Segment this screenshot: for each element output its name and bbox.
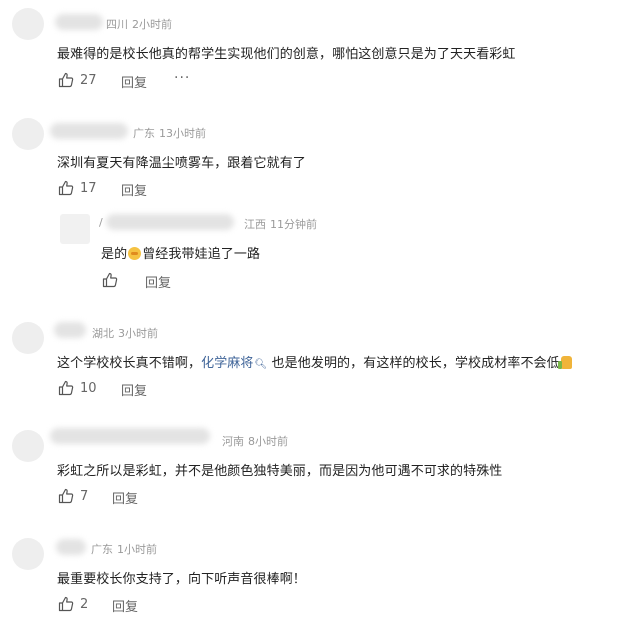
like-button[interactable]: 7	[58, 488, 88, 504]
avatar[interactable]	[12, 8, 44, 40]
thumbs-up-icon	[102, 272, 118, 288]
like-count: 10	[80, 380, 97, 396]
username-blurred[interactable]	[106, 214, 234, 230]
reply-text-before: 是的	[101, 247, 128, 262]
thumbs-up-emoji	[557, 356, 572, 369]
reply-text: 是的 曾经我带娃追了一路	[101, 243, 260, 262]
thumbs-up-icon	[58, 488, 74, 504]
comment-location: 广东	[91, 543, 113, 556]
comment-time: 2小时前	[132, 18, 172, 31]
username-blurred[interactable]	[54, 322, 86, 338]
avatar[interactable]	[12, 118, 44, 150]
reply-button[interactable]: 回复	[112, 488, 138, 507]
comment-location: 四川	[106, 18, 128, 31]
comment-time: 13小时前	[159, 127, 206, 140]
comment-meta: 湖北 3小时前	[92, 325, 158, 341]
comment-meta: 广东 13小时前	[133, 125, 206, 141]
reply-button[interactable]: 回复	[112, 596, 138, 615]
comment-text-before: 这个学校校长真不错啊，	[57, 356, 202, 371]
thumbs-up-icon	[58, 180, 74, 196]
username-blurred[interactable]	[50, 428, 210, 444]
search-link[interactable]: 化学麻将	[201, 356, 253, 371]
comment-text: 最重要校长你支持了，向下听声音很棒啊！	[57, 572, 306, 587]
comment-text: 这个学校校长真不错啊，化学麻将🔍︎ 也是他发明的，有这样的校长，学校成材率不会低	[57, 352, 572, 371]
avatar[interactable]	[60, 214, 90, 244]
avatar[interactable]	[12, 430, 44, 462]
reply-prefix: /	[99, 216, 103, 229]
comment-meta: 江西 11分钟前	[244, 216, 317, 232]
more-options-button[interactable]: ···	[174, 70, 190, 86]
like-button[interactable]	[102, 272, 124, 288]
like-count: 2	[80, 596, 89, 612]
like-count: 17	[80, 180, 97, 196]
comment-time: 11分钟前	[270, 218, 317, 231]
comment-text-after: 也是他发明的，有这样的校长，学校成材率不会低	[271, 356, 560, 371]
comment-meta: 四川 2小时前	[106, 16, 172, 32]
comment-meta: 河南 8小时前	[222, 433, 288, 449]
thumbs-up-icon	[58, 596, 74, 612]
comment-text: 深圳有夏天有降温尘喷雾车，跟着它就有了	[57, 156, 306, 171]
comment-location: 江西	[244, 218, 266, 231]
reply-text-after: 曾经我带娃追了一路	[142, 247, 261, 262]
comment-time: 3小时前	[118, 327, 158, 340]
username-blurred[interactable]	[56, 539, 86, 555]
smile-emoji	[128, 247, 142, 260]
like-button[interactable]: 17	[58, 180, 97, 196]
like-button[interactable]: 2	[58, 596, 88, 612]
like-button[interactable]: 10	[58, 380, 97, 396]
comment-location: 河南	[222, 435, 244, 448]
reply-button[interactable]: 回复	[121, 180, 147, 199]
avatar[interactable]	[12, 538, 44, 570]
like-count: 7	[80, 488, 89, 504]
thumbs-up-icon	[58, 380, 74, 396]
comment-time: 1小时前	[117, 543, 157, 556]
username-blurred[interactable]	[55, 14, 103, 30]
comment-time: 8小时前	[248, 435, 288, 448]
avatar[interactable]	[12, 322, 44, 354]
comment-location: 湖北	[92, 327, 114, 340]
comment-meta: 广东 1小时前	[91, 541, 157, 557]
reply-button[interactable]: 回复	[121, 380, 147, 399]
reply-button[interactable]: 回复	[121, 72, 147, 91]
comment-text: 彩虹之所以是彩虹，并不是他颜色独特美丽，而是因为他可遇不可求的特殊性	[57, 464, 503, 479]
reply-button[interactable]: 回复	[145, 272, 171, 291]
comment-location: 广东	[133, 127, 155, 140]
comment-text: 最难得的是校长他真的帮学生实现他们的创意，哪怕这创意只是为了天天看彩虹	[57, 47, 516, 62]
thumbs-up-icon	[58, 72, 74, 88]
search-icon[interactable]: 🔍︎	[255, 359, 268, 370]
like-count: 27	[80, 72, 97, 88]
like-button[interactable]: 27	[58, 72, 97, 88]
username-blurred[interactable]	[50, 123, 128, 139]
